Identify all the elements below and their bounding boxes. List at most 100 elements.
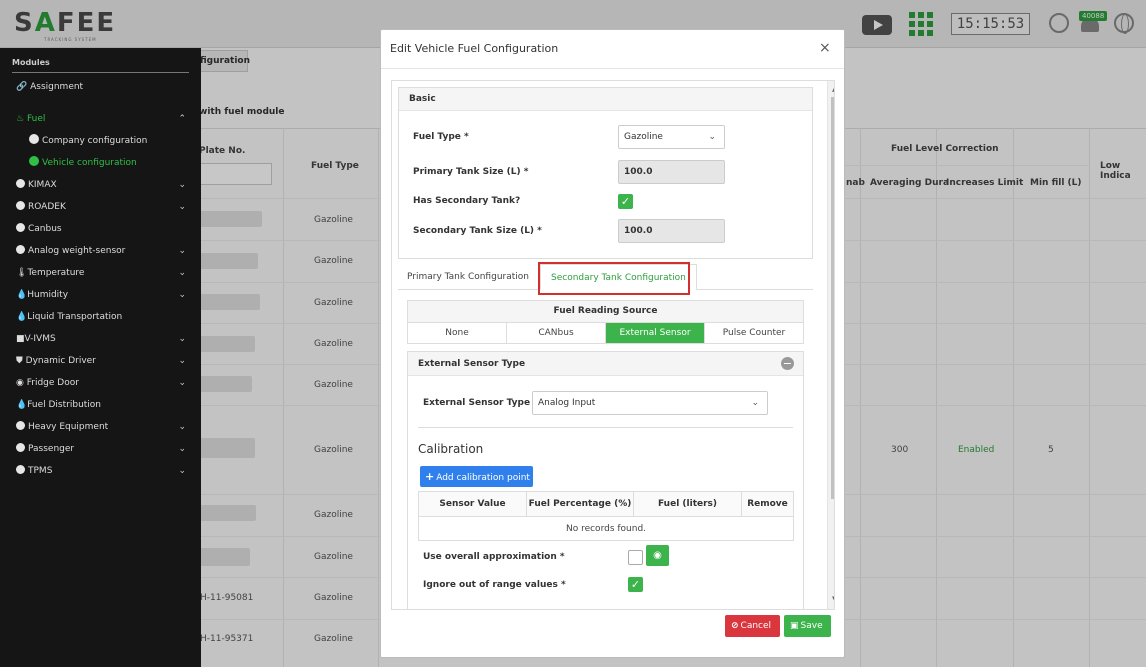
thermometer-icon: 🌡 bbox=[16, 268, 28, 278]
droplet-icon: 💧 bbox=[16, 400, 28, 410]
sidebar-item-heavy-equipment[interactable]: Heavy Equipment ⌄ bbox=[0, 416, 201, 438]
sidebar-item-label: Fuel bbox=[26, 114, 46, 124]
sidebar-item-kimax[interactable]: KIMAX ⌄ bbox=[0, 174, 201, 196]
chevron-down-icon: ⌄ bbox=[178, 378, 186, 388]
ban-icon: ⊘ bbox=[731, 621, 739, 631]
droplet-icon: 💧 bbox=[16, 312, 28, 322]
sidebar-item-label: Vehicle configuration bbox=[42, 158, 137, 168]
edit-fuel-config-modal: Edit Vehicle Fuel Configuration × Basic … bbox=[380, 29, 845, 658]
column-header-remove: Remove bbox=[742, 492, 793, 516]
ignore-out-of-range-checkbox[interactable]: ✓ bbox=[628, 577, 643, 592]
use-overall-approximation-checkbox[interactable] bbox=[628, 550, 643, 565]
sidebar-item-label: Passenger bbox=[28, 444, 75, 454]
camera-icon: ■ bbox=[16, 334, 25, 344]
column-header-sensor-value: Sensor Value bbox=[419, 492, 527, 516]
close-icon[interactable]: × bbox=[819, 40, 831, 56]
modal-body[interactable]: Basic Fuel Type * Gazoline ⌄ Primary Tan… bbox=[391, 80, 835, 610]
source-option-pulse-counter[interactable]: Pulse Counter bbox=[705, 323, 803, 343]
fuel-reading-source-title: Fuel Reading Source bbox=[407, 300, 804, 323]
sidebar-title: Modules bbox=[12, 58, 50, 67]
chevron-down-icon: ⌄ bbox=[178, 202, 186, 212]
empty-table-message: No records found. bbox=[419, 516, 793, 541]
sidebar-item-label: TPMS bbox=[28, 466, 53, 476]
save-button[interactable]: ▣ Save bbox=[784, 615, 831, 637]
collapse-icon[interactable] bbox=[781, 357, 794, 370]
chevron-down-icon: ⌄ bbox=[178, 466, 186, 476]
modal-title: Edit Vehicle Fuel Configuration bbox=[390, 42, 559, 55]
source-option-external-sensor[interactable]: External Sensor bbox=[606, 323, 705, 343]
fuel-reading-source-options: None CANbus External Sensor Pulse Counte… bbox=[407, 323, 804, 344]
shield-icon: ⛊ bbox=[16, 356, 23, 366]
basic-panel: Basic Fuel Type * Gazoline ⌄ Primary Tan… bbox=[398, 87, 813, 259]
sidebar-item-fuel-distribution[interactable]: 💧Fuel Distribution bbox=[0, 394, 201, 416]
external-sensor-type-label: External Sensor Type * bbox=[423, 398, 538, 408]
module-icon bbox=[16, 465, 25, 474]
sidebar-item-analog-weight-sensor[interactable]: Analog weight-sensor ⌄ bbox=[0, 240, 201, 262]
sidebar-item-dynamic-driver[interactable]: ⛊ Dynamic Driver ⌄ bbox=[0, 350, 201, 372]
external-sensor-type-select[interactable]: Analog Input ⌄ bbox=[532, 391, 768, 415]
sidebar-item-tpms[interactable]: TPMS ⌄ bbox=[0, 460, 201, 482]
chevron-down-icon: ⌄ bbox=[178, 422, 186, 432]
external-sensor-panel: External Sensor Type External Sensor Typ… bbox=[407, 351, 804, 609]
calibration-table: Sensor Value Fuel Percentage (%) Fuel (l… bbox=[418, 491, 794, 541]
chevron-down-icon: ⌄ bbox=[708, 132, 716, 142]
eye-icon[interactable]: ◉ bbox=[646, 545, 669, 566]
link-icon: 🔗 bbox=[16, 82, 28, 92]
sidebar-item-vehicle-configuration[interactable]: Vehicle configuration bbox=[0, 152, 201, 174]
sidebar-item-passenger[interactable]: Passenger ⌄ bbox=[0, 438, 201, 460]
fuel-type-value: Gazoline bbox=[624, 132, 663, 142]
sidebar-item-humidity[interactable]: 💧Humidity ⌄ bbox=[0, 284, 201, 306]
floppy-disk-icon: ▣ bbox=[790, 621, 799, 631]
column-header-fuel-liters: Fuel (liters) bbox=[634, 492, 742, 516]
chevron-down-icon: ⌄ bbox=[178, 334, 186, 344]
sidebar-item-label: Canbus bbox=[28, 224, 62, 234]
chevron-down-icon: ⌄ bbox=[178, 268, 186, 278]
basic-panel-heading: Basic bbox=[399, 88, 812, 111]
chevron-up-icon: ⌃ bbox=[178, 114, 186, 124]
source-option-canbus[interactable]: CANbus bbox=[507, 323, 606, 343]
sidebar-item-label: Fuel Distribution bbox=[27, 400, 102, 410]
sidebar-item-fridge-door[interactable]: ◉ Fridge Door ⌄ bbox=[0, 372, 201, 394]
secondary-tank-size-label: Secondary Tank Size (L) * bbox=[413, 226, 542, 236]
module-icon bbox=[16, 179, 25, 188]
chevron-down-icon: ⌄ bbox=[751, 398, 759, 408]
sidebar-item-label: Temperature bbox=[27, 268, 85, 278]
primary-tank-size-input[interactable]: 100.0 bbox=[618, 160, 725, 184]
bullet-icon bbox=[29, 134, 39, 144]
fuel-icon: ♨ bbox=[16, 114, 25, 124]
sidebar-item-company-configuration[interactable]: Company configuration bbox=[0, 130, 201, 152]
chevron-down-icon: ⌄ bbox=[178, 290, 186, 300]
modal-scrollbar[interactable]: ▲ ▼ bbox=[827, 81, 834, 609]
scroll-up-arrow-icon[interactable]: ▲ bbox=[832, 85, 834, 93]
add-calibration-point-label: Add calibration point bbox=[436, 473, 530, 483]
secondary-tank-size-input[interactable]: 100.0 bbox=[618, 219, 725, 243]
sidebar-item-temperature[interactable]: 🌡Temperature ⌄ bbox=[0, 262, 201, 284]
source-option-none[interactable]: None bbox=[408, 323, 507, 343]
sidebar-item-fuel[interactable]: ♨ Fuel ⌃ bbox=[0, 108, 201, 130]
module-icon bbox=[16, 245, 25, 254]
droplet-icon: 💧 bbox=[16, 290, 28, 300]
primary-tank-size-label: Primary Tank Size (L) * bbox=[413, 167, 529, 177]
module-icon bbox=[16, 443, 25, 452]
sidebar-item-v-ivms[interactable]: ■V-IVMS ⌄ bbox=[0, 328, 201, 350]
sidebar-item-liquid-transportation[interactable]: 💧Liquid Transportation bbox=[0, 306, 201, 328]
scroll-thumb[interactable] bbox=[831, 97, 834, 499]
sidebar-item-label: Analog weight-sensor bbox=[28, 246, 126, 256]
fuel-type-select[interactable]: Gazoline ⌄ bbox=[618, 125, 725, 149]
modal-footer: ⊘ Cancel ▣ Save bbox=[381, 615, 844, 657]
has-secondary-tank-label: Has Secondary Tank? bbox=[413, 196, 521, 206]
cancel-button[interactable]: ⊘ Cancel bbox=[725, 615, 780, 637]
has-secondary-tank-checkbox[interactable]: ✓ bbox=[618, 194, 633, 209]
scroll-down-arrow-icon[interactable]: ▼ bbox=[832, 595, 834, 603]
sidebar-item-label: Dynamic Driver bbox=[25, 356, 96, 366]
sidebar-item-assignment[interactable]: 🔗 Assignment bbox=[0, 76, 201, 98]
sidebar-item-label: V-IVMS bbox=[24, 334, 56, 344]
sidebar-item-roadek[interactable]: ROADEK ⌄ bbox=[0, 196, 201, 218]
sidebar-item-label: Liquid Transportation bbox=[27, 312, 123, 322]
target-icon: ◉ bbox=[16, 378, 24, 388]
add-calibration-point-button[interactable]: + Add calibration point bbox=[420, 466, 533, 487]
section-divider bbox=[418, 427, 793, 428]
sidebar-item-canbus[interactable]: Canbus bbox=[0, 218, 201, 240]
calibration-title: Calibration bbox=[418, 442, 484, 456]
tab-primary-tank-configuration[interactable]: Primary Tank Configuration bbox=[407, 264, 529, 290]
